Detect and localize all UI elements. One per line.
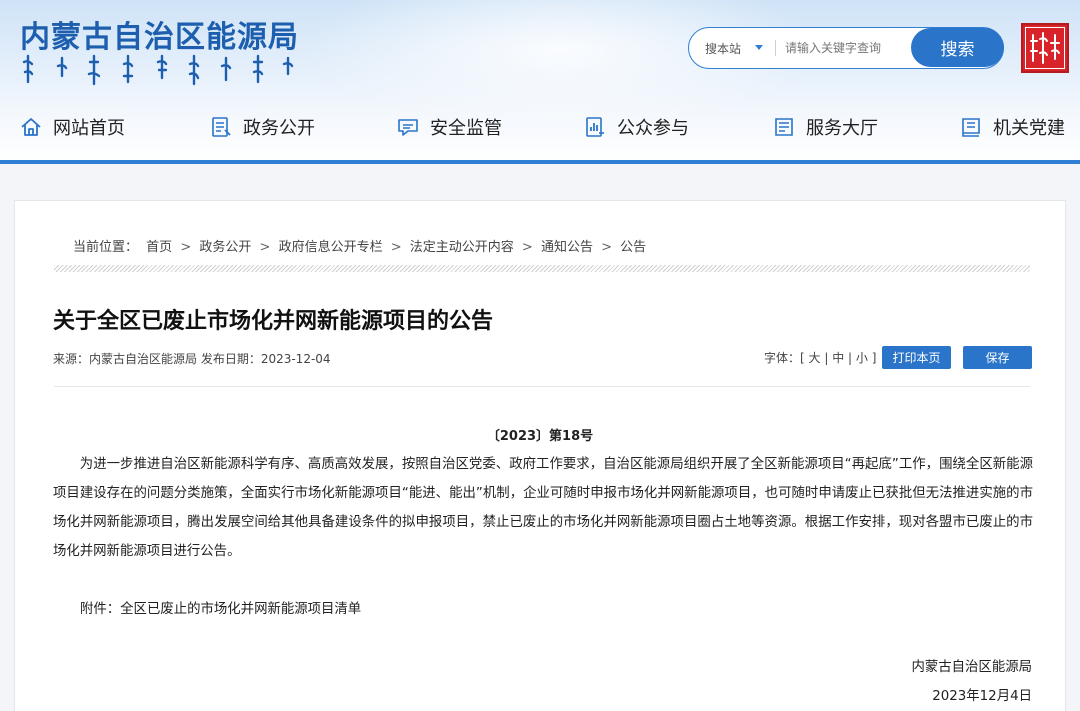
party-book-icon xyxy=(960,116,982,138)
article-body: 为进一步推进自治区新能源科学有序、高质高效发展，按照自治区党委、政府工作要求，自… xyxy=(53,457,1033,559)
breadcrumb: 当前位置： 首页 > 政务公开 > 政府信息公开专栏 > 法定主动公开内容 > … xyxy=(73,236,650,255)
breadcrumb-item-statutory[interactable]: 法定主动公开内容 xyxy=(410,240,514,255)
search-divider xyxy=(775,40,776,56)
attachment-link[interactable]: 附件：全区已废止的市场化并网新能源项目清单 xyxy=(80,597,361,617)
nav-service[interactable]: 服务大厅 xyxy=(773,113,878,141)
nav-service-label: 服务大厅 xyxy=(806,118,878,139)
mongolian-script-logo xyxy=(22,54,294,86)
font-size-large[interactable]: 大 xyxy=(809,351,821,365)
site-title[interactable]: 内蒙古自治区能源局 xyxy=(20,12,299,56)
chevron-down-icon[interactable] xyxy=(755,45,763,50)
chat-icon xyxy=(397,116,419,138)
breadcrumb-item-info-column[interactable]: 政府信息公开专栏 xyxy=(279,240,383,255)
font-size-medium[interactable]: 中 xyxy=(832,351,844,365)
site-header: 内蒙古自治区能源局 搜本站 搜索 xyxy=(0,0,1080,164)
breadcrumb-item-gov-affairs[interactable]: 政务公开 xyxy=(199,240,251,255)
signature-date: 2023年12月4日 xyxy=(932,689,1032,704)
breadcrumb-item-announcement[interactable]: 公告 xyxy=(620,240,646,255)
breadcrumb-separator: > xyxy=(390,240,402,255)
seal-logo[interactable] xyxy=(1021,23,1069,73)
nav-gov-affairs[interactable]: 政务公开 xyxy=(210,113,315,141)
breadcrumb-separator: > xyxy=(259,240,271,255)
header-bottom-line xyxy=(0,160,1080,164)
font-size-control: 字体：[ 大 | 中 | 小 ] xyxy=(764,351,877,365)
nav-public-label: 公众参与 xyxy=(617,118,689,139)
home-icon xyxy=(20,116,42,138)
meta-divider xyxy=(54,386,1030,387)
nav-public[interactable]: 公众参与 xyxy=(584,113,689,141)
nav-party[interactable]: 机关党建 xyxy=(960,113,1065,141)
seal-text xyxy=(1025,27,1065,69)
search-box: 搜本站 搜索 xyxy=(688,27,1004,69)
nav-home[interactable]: 网站首页 xyxy=(20,113,125,141)
font-size-small[interactable]: 小 xyxy=(856,351,868,365)
save-button[interactable]: 保存 xyxy=(963,346,1032,369)
document-number: 〔2023〕第18号 xyxy=(486,429,594,444)
breadcrumb-separator: > xyxy=(601,240,613,255)
article-meta: 来源：内蒙古自治区能源局 发布日期：2023-12-04 xyxy=(53,352,331,366)
document-list-icon xyxy=(210,116,232,138)
nav-gov-affairs-label: 政务公开 xyxy=(243,118,315,139)
breadcrumb-item-home[interactable]: 首页 xyxy=(146,240,172,255)
article-title: 关于全区已废止市场化并网新能源项目的公告 xyxy=(53,309,494,334)
search-input[interactable] xyxy=(785,36,905,60)
search-scope-select[interactable]: 搜本站 xyxy=(705,40,741,57)
breadcrumb-separator: > xyxy=(180,240,192,255)
hatched-divider xyxy=(54,265,1030,272)
breadcrumb-prefix: 当前位置： xyxy=(73,240,139,255)
nav-home-label: 网站首页 xyxy=(53,118,125,139)
signature-org: 内蒙古自治区能源局 xyxy=(911,660,1032,675)
nav-party-label: 机关党建 xyxy=(993,118,1065,139)
breadcrumb-separator: > xyxy=(521,240,533,255)
search-button[interactable]: 搜索 xyxy=(911,28,1004,67)
seal-glyph-icon xyxy=(1030,32,1060,64)
service-book-icon xyxy=(773,116,795,138)
nav-safety-label: 安全监管 xyxy=(430,118,502,139)
print-button[interactable]: 打印本页 xyxy=(882,346,951,369)
nav-safety[interactable]: 安全监管 xyxy=(397,113,502,141)
breadcrumb-item-notices[interactable]: 通知公告 xyxy=(541,240,593,255)
font-size-label: 字体： xyxy=(764,351,801,365)
chart-doc-icon xyxy=(584,116,606,138)
